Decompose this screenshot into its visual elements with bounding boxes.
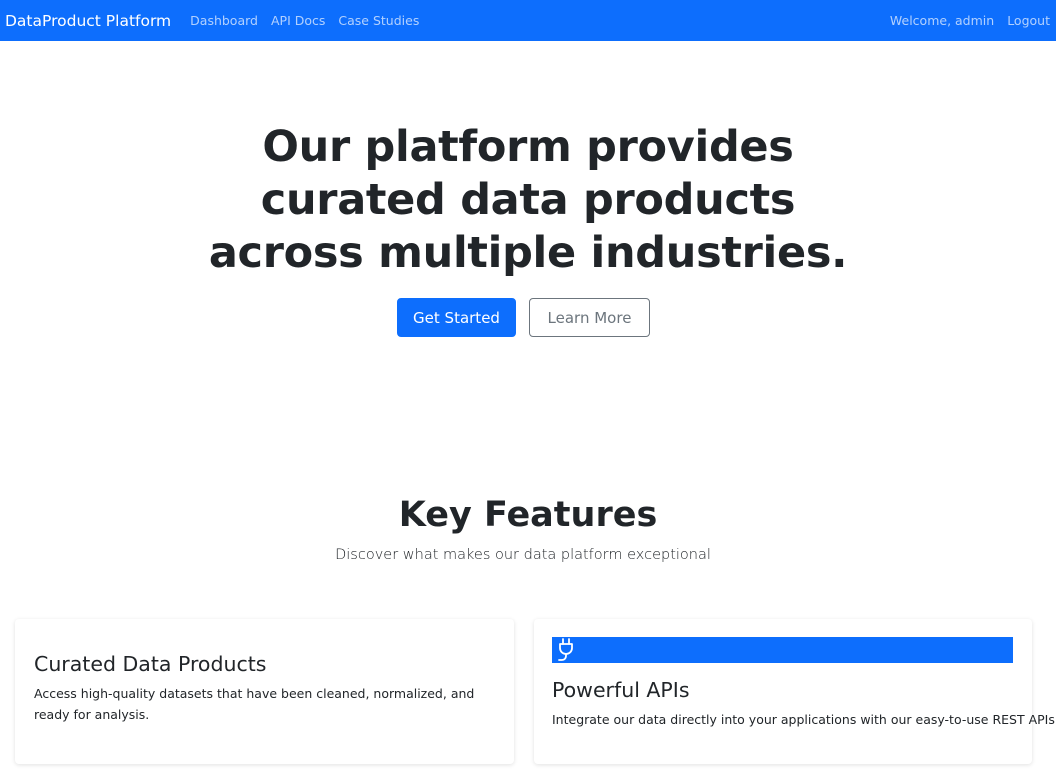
features-subtitle: Discover what makes our data platform ex… xyxy=(335,547,711,563)
nav-link-case-studies[interactable]: Case Studies xyxy=(338,13,419,28)
feature-card-title: Curated Data Products xyxy=(34,652,267,676)
feature-card-title: Powerful APIs xyxy=(552,678,690,702)
feature-card-text: Integrate our data directly into your ap… xyxy=(552,712,1056,727)
logout-link[interactable]: Logout xyxy=(1007,13,1050,28)
brand-link[interactable]: DataProduct Platform xyxy=(5,12,171,30)
feature-card-curated-data: Curated Data Products Access high-qualit… xyxy=(15,619,514,764)
nav-user-area: Welcome, admin Logout xyxy=(877,13,1051,28)
hero-title: Our platform provides curated data produ… xyxy=(208,122,848,278)
nav-link-dashboard[interactable]: Dashboard xyxy=(190,13,258,28)
top-navbar: DataProduct Platform Dashboard API Docs … xyxy=(0,0,1056,41)
get-started-button[interactable]: Get Started xyxy=(397,298,516,337)
learn-more-button[interactable]: Learn More xyxy=(529,298,650,337)
features-title: Key Features xyxy=(398,495,658,535)
welcome-text: Welcome, admin xyxy=(889,13,995,28)
feature-card-banner xyxy=(552,637,1013,663)
plug-icon xyxy=(558,638,573,661)
nav-link-api-docs[interactable]: API Docs xyxy=(271,13,325,28)
feature-card-apis: Powerful APIs Integrate our data directl… xyxy=(534,619,1056,764)
feature-card-text: Access high-quality datasets that have b… xyxy=(34,686,475,722)
